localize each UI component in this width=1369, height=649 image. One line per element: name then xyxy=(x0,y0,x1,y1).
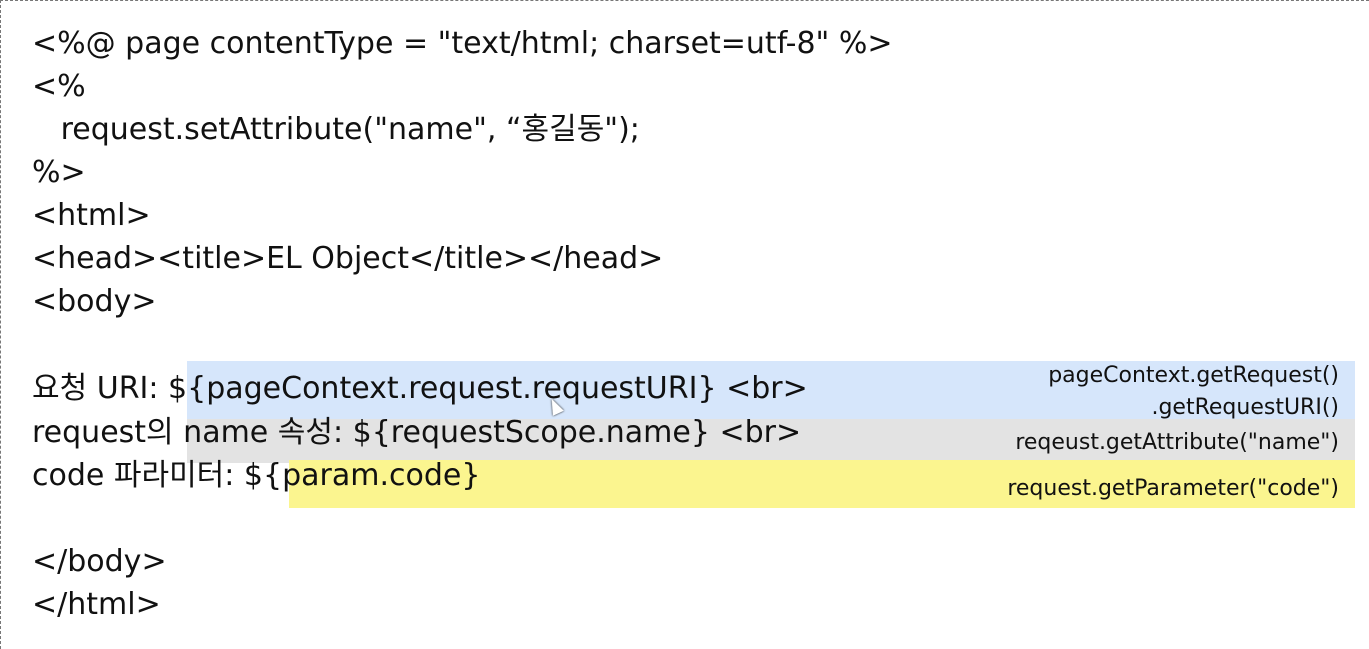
code-line-set-attribute: request.setAttribute("name", “홍길동"); xyxy=(32,112,640,147)
code-line-body-close: </body> xyxy=(32,544,167,579)
code-line-html-open: <html> xyxy=(32,198,151,233)
code-line-request-scope: request의 name 속성: ${requestScope.name} <… xyxy=(32,415,802,450)
code-line-request-uri: 요청 URI: ${pageContext.request.requestURI… xyxy=(32,371,808,406)
annotation-get-parameter: request.getParameter("code") xyxy=(1007,476,1339,501)
code-line-param-code: code 파라미터: ${param.code} xyxy=(32,458,481,493)
annotation-get-request-uri: .getRequestURI() xyxy=(1151,395,1339,420)
code-line-head: <head><title>EL Object</title></head> xyxy=(32,241,664,276)
code-line-scriptlet-close: %> xyxy=(32,155,86,190)
code-line-scriptlet-open: <% xyxy=(32,69,86,104)
page-border-top xyxy=(0,0,1369,1)
code-line-body-open: <body> xyxy=(32,284,157,319)
code-line-page-directive: <%@ page contentType = "text/html; chars… xyxy=(32,26,893,61)
annotation-get-request: pageContext.getRequest() xyxy=(1048,363,1339,388)
page-border-left xyxy=(0,0,1,649)
annotation-get-attribute: reqeust.getAttribute("name") xyxy=(1015,430,1339,455)
code-line-html-close: </html> xyxy=(32,587,161,622)
